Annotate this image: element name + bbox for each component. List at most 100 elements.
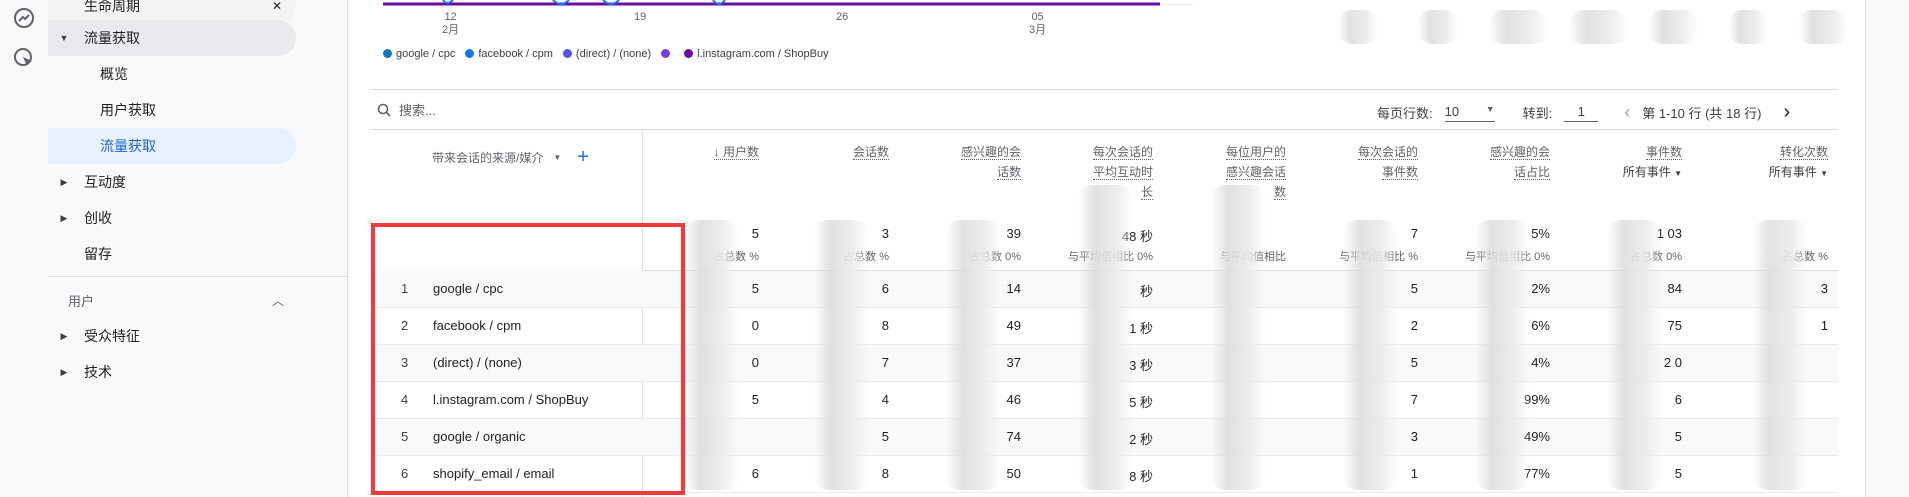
explore-cursor-icon[interactable] — [12, 46, 36, 70]
event-filter-dropdown[interactable]: 所有事件 ▼ — [1769, 162, 1828, 184]
legend-item[interactable]: facebook / cpm — [465, 48, 553, 60]
icon-rail — [0, 0, 48, 497]
caret-down-icon: ▼ — [59, 33, 69, 43]
sidebar: 生命周期 ✕ ▼ 流量获取 概览 用户获取 流量获取 ▶ 互动度 ▶ 创收 留存 用户 ︿… — [48, 0, 348, 497]
redaction-blur — [1343, 220, 1398, 490]
metric-cell: 0 — [751, 318, 759, 333]
legend-dot-icon — [383, 49, 392, 58]
sidebar-item-monetization[interactable]: ▶ 创收 — [48, 200, 296, 236]
metric-cell: 5 — [1410, 355, 1418, 370]
column-header-0[interactable]: ↓ 用户数 — [713, 142, 759, 162]
sidebar-section-user[interactable]: 用户 ︿ — [48, 282, 296, 318]
metric-cell: 秒 — [1139, 284, 1153, 299]
legend-dot-icon — [562, 49, 572, 58]
metric-cell: 7 — [1410, 392, 1418, 407]
metric-cell: 5 — [1674, 466, 1682, 481]
redaction-blur — [1607, 220, 1662, 490]
metric-cell: 7 — [881, 355, 889, 370]
blurred-chart-region — [1338, 10, 1858, 44]
legend-dot-icon — [465, 49, 475, 58]
sidebar-item-demographics[interactable]: ▶ 受众特征 — [48, 318, 296, 354]
column-header-8[interactable]: 转化次数 所有事件 ▼ — [1769, 142, 1828, 184]
sidebar-item-overview[interactable]: 概览 — [48, 56, 296, 92]
sidebar-item-engagement[interactable]: ▶ 互动度 — [48, 164, 296, 200]
search-input[interactable]: 搜索... — [399, 100, 436, 119]
redaction-blur — [946, 220, 1001, 490]
goto-page-input[interactable]: 1 — [1564, 104, 1599, 122]
sidebar-item-traffic-group[interactable]: ▼ 流量获取 — [48, 20, 296, 56]
metric-cell: 5 — [751, 281, 759, 296]
divider — [371, 129, 1838, 130]
right-panel-edge — [1865, 0, 1909, 497]
total-value: 39 — [1006, 226, 1021, 241]
total-value: 7 — [1410, 226, 1418, 241]
event-filter-dropdown[interactable]: 所有事件 ▼ — [1623, 162, 1682, 184]
metric-cell: 74 — [1006, 429, 1021, 444]
metric-cell: 8 — [881, 318, 889, 333]
sidebar-divider — [48, 276, 347, 277]
total-value: 5 — [751, 226, 759, 241]
sidebar-item-retention[interactable]: 留存 — [48, 236, 296, 272]
caret-right-icon: ▶ — [60, 212, 68, 223]
metric-cell: 8 — [881, 466, 889, 481]
chart-line-area — [383, 0, 1160, 6]
metric-cell: 2% — [1531, 281, 1550, 296]
rows-per-page-select[interactable]: 10 ▼ — [1444, 103, 1495, 122]
metric-cell: 5 — [1674, 429, 1682, 444]
caret-right-icon: ▶ — [60, 176, 68, 187]
legend-item[interactable]: (direct) / (none) — [562, 48, 651, 60]
metric-cell: 84 — [1667, 281, 1682, 296]
metric-cell: 5 — [751, 392, 759, 407]
metric-cell: 6 — [751, 466, 759, 481]
metric-cell: 6 — [881, 281, 889, 296]
metric-cell: 5 — [881, 429, 889, 444]
dropdown-arrow-icon: ▼ — [1485, 103, 1495, 114]
chevron-up-icon[interactable]: ︿ — [272, 292, 284, 309]
prev-page-icon[interactable]: ‹ — [1624, 102, 1630, 123]
column-header-5[interactable]: 每次会话的 事件数 — [1357, 142, 1418, 182]
total-value: 3 — [881, 226, 889, 241]
add-dimension-button[interactable]: + — [577, 146, 589, 169]
metric-cell: 14 — [1006, 281, 1021, 296]
redaction-blur — [1211, 185, 1266, 490]
sidebar-item-traffic-acquisition[interactable]: 流量获取 — [48, 128, 296, 164]
legend-item[interactable] — [661, 48, 674, 60]
redaction-blur — [684, 220, 739, 490]
caret-right-icon: ▶ — [60, 330, 68, 341]
x-tick-3: 05 3月 — [1029, 11, 1047, 36]
legend-dot-icon — [684, 49, 694, 58]
metric-cell: 3 — [1410, 429, 1418, 444]
dimension-header[interactable]: 带来会话的来源/媒介 ▼ + — [432, 146, 589, 169]
column-header-1[interactable]: 会话数 — [852, 142, 889, 162]
chart-legend: google / cpc facebook / cpm (direct) / (… — [383, 48, 829, 60]
search-box[interactable]: 搜索... — [377, 100, 436, 119]
reports-icon[interactable] — [12, 6, 36, 30]
metric-cell: 3 — [1820, 281, 1828, 296]
column-header-2[interactable]: 感兴趣的会 话数 — [960, 142, 1021, 182]
highlight-box — [371, 223, 685, 495]
metric-cell: 46 — [1006, 392, 1021, 407]
next-page-icon[interactable]: › — [1783, 101, 1790, 124]
sidebar-item-user-acquisition[interactable]: 用户获取 — [48, 92, 296, 128]
chart-axis-line — [1163, 4, 1193, 5]
pagination: 每页行数: 10 ▼ 转到: 1 ‹ 第 1-10 行 (共 18 行) › — [1377, 101, 1791, 124]
column-header-7[interactable]: 事件数 所有事件 ▼ — [1623, 142, 1682, 184]
legend-item[interactable]: google / cpc — [383, 48, 455, 60]
metric-cell: 50 — [1006, 466, 1021, 481]
metric-cell: 4 — [881, 392, 889, 407]
dropdown-arrow-icon[interactable]: ▼ — [553, 153, 561, 162]
sidebar-item-tech[interactable]: ▶ 技术 — [48, 354, 296, 390]
x-tick-0: 12 2月 — [442, 11, 460, 36]
x-tick-2: 26 — [836, 11, 849, 23]
dropdown-arrow-icon: ▼ — [1820, 169, 1828, 178]
metric-cell: 2 — [1410, 318, 1418, 333]
metric-cell: 6 — [1674, 392, 1682, 407]
redaction-blur — [1078, 185, 1133, 490]
search-icon — [377, 103, 391, 117]
legend-item[interactable]: l.instagram.com / ShopBuy — [684, 48, 829, 60]
divider — [371, 89, 1838, 90]
redaction-blur — [1475, 220, 1530, 490]
column-header-6[interactable]: 感兴趣的会 话占比 — [1489, 142, 1550, 182]
metric-cell: 1 — [1410, 466, 1418, 481]
close-icon[interactable]: ✕ — [272, 0, 282, 13]
